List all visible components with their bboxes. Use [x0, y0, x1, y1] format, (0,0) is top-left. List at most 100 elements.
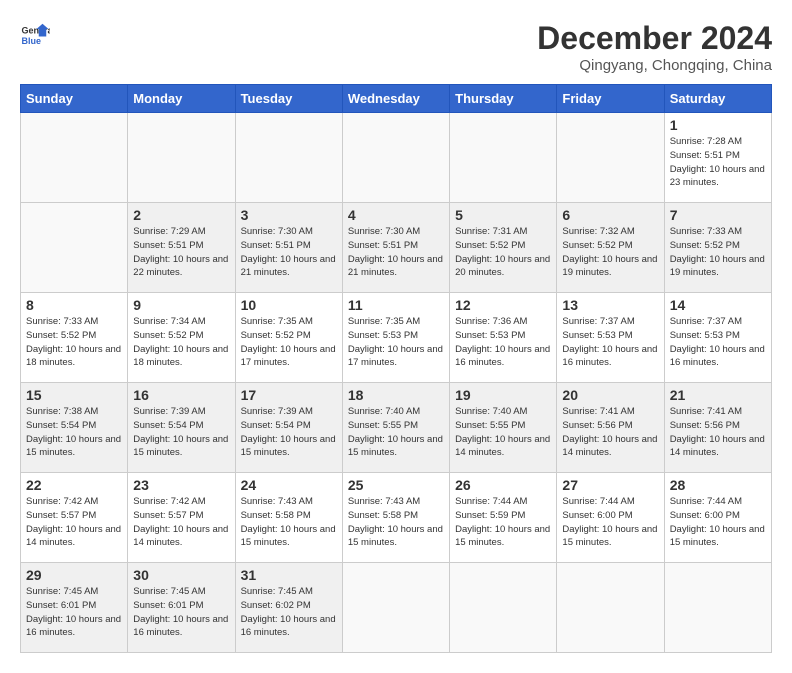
- day-number: 6: [562, 207, 658, 223]
- calendar-day-cell: 19 Sunrise: 7:40 AMSunset: 5:55 PMDaylig…: [450, 383, 557, 473]
- day-detail: Sunrise: 7:44 AMSunset: 6:00 PMDaylight:…: [562, 496, 657, 548]
- calendar-day-cell: 27 Sunrise: 7:44 AMSunset: 6:00 PMDaylig…: [557, 473, 664, 563]
- day-number: 9: [133, 297, 229, 313]
- day-number: 26: [455, 477, 551, 493]
- day-number: 21: [670, 387, 766, 403]
- svg-text:Blue: Blue: [22, 36, 42, 46]
- day-number: 8: [26, 297, 122, 313]
- day-detail: Sunrise: 7:37 AMSunset: 5:53 PMDaylight:…: [670, 316, 765, 368]
- day-number: 15: [26, 387, 122, 403]
- calendar-day-header: Monday: [128, 85, 235, 113]
- calendar-day-cell: 16 Sunrise: 7:39 AMSunset: 5:54 PMDaylig…: [128, 383, 235, 473]
- calendar-day-cell: 25 Sunrise: 7:43 AMSunset: 5:58 PMDaylig…: [342, 473, 449, 563]
- day-detail: Sunrise: 7:31 AMSunset: 5:52 PMDaylight:…: [455, 226, 550, 278]
- calendar-week-row: 15 Sunrise: 7:38 AMSunset: 5:54 PMDaylig…: [21, 383, 772, 473]
- calendar-day-header: Thursday: [450, 85, 557, 113]
- day-detail: Sunrise: 7:29 AMSunset: 5:51 PMDaylight:…: [133, 226, 228, 278]
- day-detail: Sunrise: 7:39 AMSunset: 5:54 PMDaylight:…: [133, 406, 228, 458]
- day-number: 31: [241, 567, 337, 583]
- calendar-day-cell: 14 Sunrise: 7:37 AMSunset: 5:53 PMDaylig…: [664, 293, 771, 383]
- day-detail: Sunrise: 7:43 AMSunset: 5:58 PMDaylight:…: [348, 496, 443, 548]
- day-number: 13: [562, 297, 658, 313]
- day-detail: Sunrise: 7:33 AMSunset: 5:52 PMDaylight:…: [26, 316, 121, 368]
- calendar-day-cell: 23 Sunrise: 7:42 AMSunset: 5:57 PMDaylig…: [128, 473, 235, 563]
- page-header: General Blue December 2024 Qingyang, Cho…: [20, 20, 772, 74]
- calendar-day-cell: 26 Sunrise: 7:44 AMSunset: 5:59 PMDaylig…: [450, 473, 557, 563]
- day-number: 20: [562, 387, 658, 403]
- calendar-day-cell: [21, 113, 128, 203]
- calendar-day-cell: 29 Sunrise: 7:45 AMSunset: 6:01 PMDaylig…: [21, 563, 128, 653]
- calendar-day-cell: 8 Sunrise: 7:33 AMSunset: 5:52 PMDayligh…: [21, 293, 128, 383]
- calendar-day-cell: [450, 563, 557, 653]
- calendar-day-cell: 20 Sunrise: 7:41 AMSunset: 5:56 PMDaylig…: [557, 383, 664, 473]
- day-number: 4: [348, 207, 444, 223]
- calendar-day-cell: 2 Sunrise: 7:29 AMSunset: 5:51 PMDayligh…: [128, 203, 235, 293]
- day-detail: Sunrise: 7:36 AMSunset: 5:53 PMDaylight:…: [455, 316, 550, 368]
- day-number: 1: [670, 117, 766, 133]
- calendar-day-cell: [342, 563, 449, 653]
- day-number: 16: [133, 387, 229, 403]
- calendar-day-cell: 4 Sunrise: 7:30 AMSunset: 5:51 PMDayligh…: [342, 203, 449, 293]
- day-detail: Sunrise: 7:40 AMSunset: 5:55 PMDaylight:…: [348, 406, 443, 458]
- day-number: 23: [133, 477, 229, 493]
- calendar-week-row: 8 Sunrise: 7:33 AMSunset: 5:52 PMDayligh…: [21, 293, 772, 383]
- day-detail: Sunrise: 7:35 AMSunset: 5:52 PMDaylight:…: [241, 316, 336, 368]
- day-detail: Sunrise: 7:39 AMSunset: 5:54 PMDaylight:…: [241, 406, 336, 458]
- day-detail: Sunrise: 7:34 AMSunset: 5:52 PMDaylight:…: [133, 316, 228, 368]
- day-detail: Sunrise: 7:44 AMSunset: 5:59 PMDaylight:…: [455, 496, 550, 548]
- day-detail: Sunrise: 7:40 AMSunset: 5:55 PMDaylight:…: [455, 406, 550, 458]
- day-number: 19: [455, 387, 551, 403]
- calendar-day-cell: 21 Sunrise: 7:41 AMSunset: 5:56 PMDaylig…: [664, 383, 771, 473]
- calendar-day-cell: [557, 113, 664, 203]
- day-number: 17: [241, 387, 337, 403]
- logo: General Blue: [20, 20, 50, 50]
- calendar-day-cell: [664, 563, 771, 653]
- calendar-day-cell: [450, 113, 557, 203]
- calendar-day-cell: 28 Sunrise: 7:44 AMSunset: 6:00 PMDaylig…: [664, 473, 771, 563]
- day-detail: Sunrise: 7:43 AMSunset: 5:58 PMDaylight:…: [241, 496, 336, 548]
- day-detail: Sunrise: 7:35 AMSunset: 5:53 PMDaylight:…: [348, 316, 443, 368]
- calendar-day-cell: 9 Sunrise: 7:34 AMSunset: 5:52 PMDayligh…: [128, 293, 235, 383]
- day-detail: Sunrise: 7:37 AMSunset: 5:53 PMDaylight:…: [562, 316, 657, 368]
- month-year-title: December 2024: [537, 20, 772, 57]
- calendar-day-cell: 3 Sunrise: 7:30 AMSunset: 5:51 PMDayligh…: [235, 203, 342, 293]
- day-detail: Sunrise: 7:45 AMSunset: 6:02 PMDaylight:…: [241, 586, 336, 638]
- day-number: 12: [455, 297, 551, 313]
- calendar-day-cell: 31 Sunrise: 7:45 AMSunset: 6:02 PMDaylig…: [235, 563, 342, 653]
- calendar-day-header: Friday: [557, 85, 664, 113]
- day-number: 11: [348, 297, 444, 313]
- day-detail: Sunrise: 7:45 AMSunset: 6:01 PMDaylight:…: [133, 586, 228, 638]
- calendar-day-cell: 30 Sunrise: 7:45 AMSunset: 6:01 PMDaylig…: [128, 563, 235, 653]
- day-number: 22: [26, 477, 122, 493]
- day-number: 5: [455, 207, 551, 223]
- day-number: 25: [348, 477, 444, 493]
- location-subtitle: Qingyang, Chongqing, China: [537, 57, 772, 74]
- calendar-table: SundayMondayTuesdayWednesdayThursdayFrid…: [20, 84, 772, 653]
- calendar-day-cell: 5 Sunrise: 7:31 AMSunset: 5:52 PMDayligh…: [450, 203, 557, 293]
- calendar-day-cell: 7 Sunrise: 7:33 AMSunset: 5:52 PMDayligh…: [664, 203, 771, 293]
- calendar-header-row: SundayMondayTuesdayWednesdayThursdayFrid…: [21, 85, 772, 113]
- day-number: 18: [348, 387, 444, 403]
- day-detail: Sunrise: 7:33 AMSunset: 5:52 PMDaylight:…: [670, 226, 765, 278]
- day-number: 29: [26, 567, 122, 583]
- day-number: 10: [241, 297, 337, 313]
- day-number: 7: [670, 207, 766, 223]
- calendar-day-header: Saturday: [664, 85, 771, 113]
- day-number: 30: [133, 567, 229, 583]
- day-number: 14: [670, 297, 766, 313]
- calendar-day-cell: [128, 113, 235, 203]
- calendar-day-header: Tuesday: [235, 85, 342, 113]
- day-number: 3: [241, 207, 337, 223]
- calendar-day-cell: 15 Sunrise: 7:38 AMSunset: 5:54 PMDaylig…: [21, 383, 128, 473]
- day-detail: Sunrise: 7:45 AMSunset: 6:01 PMDaylight:…: [26, 586, 121, 638]
- calendar-day-cell: 1 Sunrise: 7:28 AMSunset: 5:51 PMDayligh…: [664, 113, 771, 203]
- calendar-day-cell: 18 Sunrise: 7:40 AMSunset: 5:55 PMDaylig…: [342, 383, 449, 473]
- day-detail: Sunrise: 7:38 AMSunset: 5:54 PMDaylight:…: [26, 406, 121, 458]
- day-detail: Sunrise: 7:44 AMSunset: 6:00 PMDaylight:…: [670, 496, 765, 548]
- day-number: 24: [241, 477, 337, 493]
- calendar-day-cell: [21, 203, 128, 293]
- calendar-day-cell: 13 Sunrise: 7:37 AMSunset: 5:53 PMDaylig…: [557, 293, 664, 383]
- calendar-day-cell: 22 Sunrise: 7:42 AMSunset: 5:57 PMDaylig…: [21, 473, 128, 563]
- day-detail: Sunrise: 7:42 AMSunset: 5:57 PMDaylight:…: [133, 496, 228, 548]
- calendar-day-cell: 17 Sunrise: 7:39 AMSunset: 5:54 PMDaylig…: [235, 383, 342, 473]
